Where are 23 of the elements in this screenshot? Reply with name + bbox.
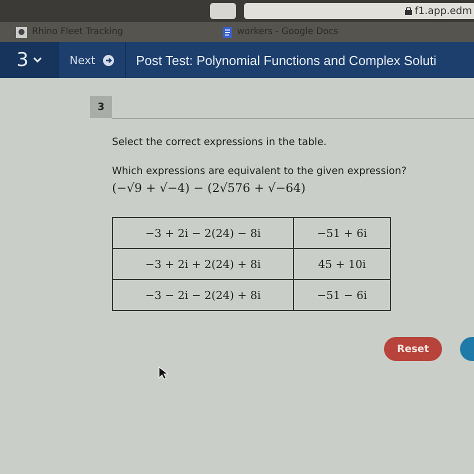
submit-button[interactable] (460, 337, 474, 361)
site-icon (16, 26, 27, 38)
question-number: 3 (90, 96, 112, 118)
toolbar-button[interactable] (210, 3, 236, 19)
expression-option[interactable]: −3 − 2i − 2(24) + 8i (112, 280, 294, 310)
expression-option[interactable]: −3 + 2i + 2(24) + 8i (112, 248, 294, 280)
reset-button[interactable]: Reset (384, 337, 442, 361)
arrow-right-circle-icon (103, 54, 114, 66)
address-bar[interactable]: f1.app.edm (244, 3, 474, 19)
question-text: Which expressions are equivalent to the given expression? (112, 166, 408, 177)
expression-option[interactable]: −51 − 6i (294, 280, 390, 310)
chevron-down-icon (32, 57, 42, 63)
expression-option[interactable]: −3 + 2i − 2(24) − 8i (112, 218, 294, 248)
lock-icon (404, 7, 412, 15)
test-title: Post Test: Polynomial Functions and Complex Soluti (135, 52, 436, 68)
mouse-pointer-icon (158, 366, 168, 380)
expression-option[interactable]: −51 + 6i (294, 218, 390, 248)
next-button[interactable]: Next (58, 42, 126, 78)
question-selector[interactable]: 3 (0, 42, 58, 78)
given-expression: (−√9 + √−4) − (2√576 + √−64) (112, 181, 307, 195)
document-icon (223, 26, 232, 38)
instruction-text: Select the correct expressions in the table. (112, 137, 328, 148)
expression-option[interactable]: 45 + 10i (294, 248, 390, 280)
